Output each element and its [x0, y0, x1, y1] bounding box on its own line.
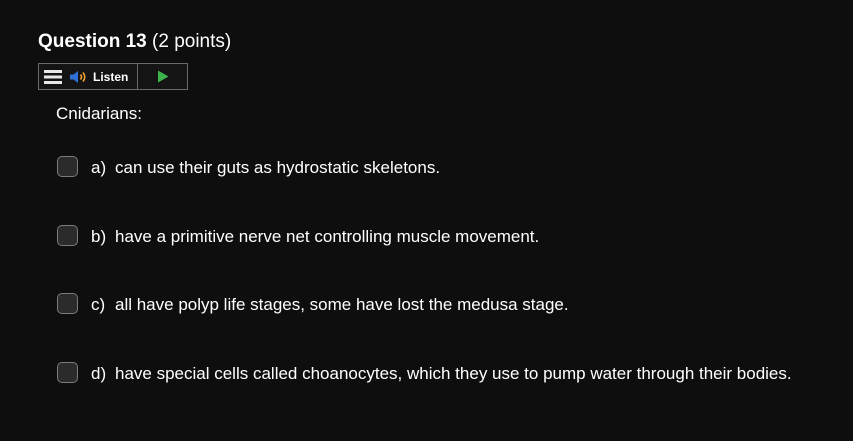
hamburger-menu-icon — [43, 69, 62, 84]
option-text: can use their guts as hydrostatic skelet… — [115, 158, 441, 177]
option-text: all have polyp life stages, some have lo… — [115, 295, 569, 314]
listen-toolbar: Listen — [38, 63, 188, 90]
option-letter: a) — [91, 158, 107, 177]
option-text: have a primitive nerve net controlling m… — [115, 227, 540, 246]
answer-checkbox-a[interactable] — [57, 156, 78, 177]
option-letter: d) — [91, 364, 107, 383]
answer-checkbox-d[interactable] — [57, 362, 78, 383]
listen-button[interactable]: Listen — [66, 64, 139, 89]
question-title: Question 13 — [38, 31, 147, 52]
question-stem: Cnidarians: — [56, 104, 142, 123]
answer-checkbox-c[interactable] — [57, 293, 78, 314]
answer-option-d[interactable]: d) have special cells called choanocytes… — [57, 362, 795, 388]
listen-label: Listen — [93, 69, 129, 84]
listen-menu-button[interactable] — [39, 64, 66, 89]
option-letter: c) — [91, 295, 106, 314]
play-icon — [157, 70, 169, 83]
answer-option-a[interactable]: a) can use their guts as hydrostatic ske… — [57, 156, 795, 182]
answer-option-c[interactable]: c) all have polyp life stages, some have… — [57, 293, 795, 319]
option-text: have special cells called choanocytes, w… — [115, 364, 792, 383]
question-points: (2 points) — [152, 31, 232, 52]
answer-option-b[interactable]: b) have a primitive nerve net controllin… — [57, 225, 795, 251]
answer-checkbox-b[interactable] — [57, 225, 78, 246]
option-letter: b) — [91, 227, 107, 246]
play-button[interactable] — [138, 64, 187, 89]
question-header: Question 13 (2 points) — [38, 30, 231, 54]
speaker-icon — [70, 70, 86, 83]
